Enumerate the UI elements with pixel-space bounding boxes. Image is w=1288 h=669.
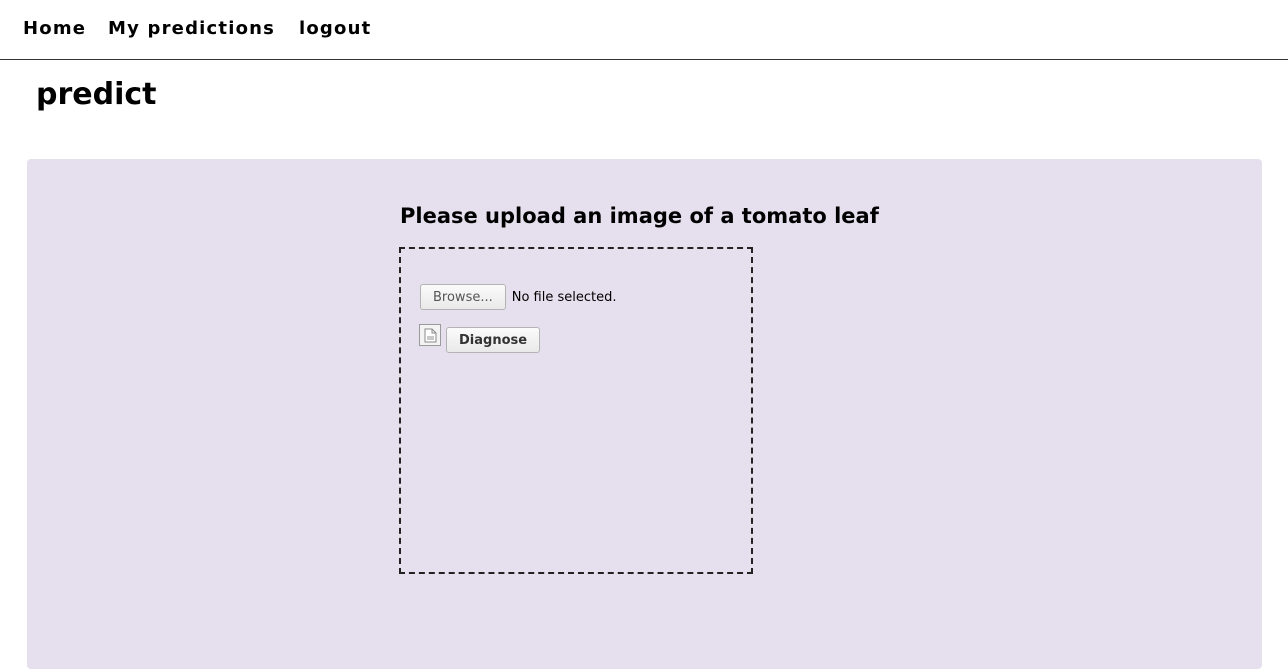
file-status-text: No file selected. — [511, 289, 617, 305]
preview-row: Diagnose — [419, 324, 541, 353]
nav-home-link[interactable]: Home — [23, 18, 86, 39]
browse-button[interactable]: Browse... — [420, 284, 506, 310]
diagnose-button[interactable]: Diagnose — [446, 327, 541, 353]
upload-heading: Please upload an image of a tomato leaf — [400, 204, 879, 228]
upload-dropzone[interactable]: Browse... No file selected. Diagnose — [399, 247, 753, 574]
upload-panel: Please upload an image of a tomato leaf … — [27, 159, 1262, 669]
nav-my-predictions-link[interactable]: My predictions — [108, 18, 275, 39]
broken-image-icon — [419, 324, 441, 346]
file-input[interactable]: Browse... No file selected. — [420, 284, 616, 310]
nav-logout-link[interactable]: logout — [299, 18, 371, 39]
page-title: predict — [36, 77, 157, 112]
top-navigation: Home My predictions logout — [0, 0, 1288, 60]
